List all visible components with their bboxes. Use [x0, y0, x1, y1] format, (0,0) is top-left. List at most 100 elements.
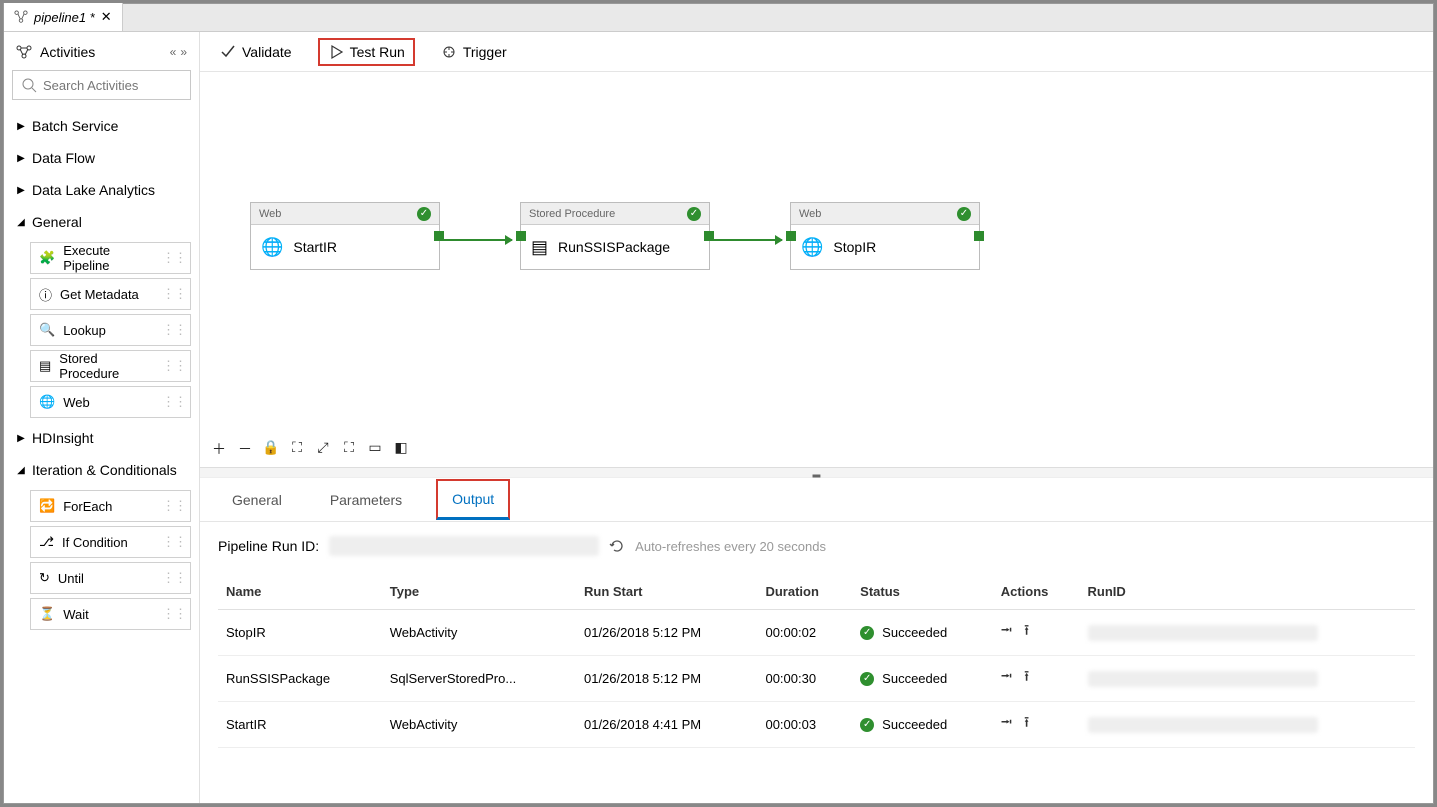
zoom-in-icon[interactable]: ＋: [210, 439, 228, 459]
output-port[interactable]: [974, 231, 984, 241]
web-icon: 🌐: [39, 394, 55, 410]
input-action-icon[interactable]: ⭲: [1001, 620, 1012, 645]
validate-button[interactable]: Validate: [212, 40, 300, 64]
node-runssis[interactable]: Stored Procedure✓ ▤RunSSISPackage: [520, 202, 710, 270]
layout-icon[interactable]: ◧: [392, 439, 410, 459]
activity-stored-procedure[interactable]: ▤Stored Procedure⋮⋮: [30, 350, 191, 382]
activities-sidebar: Activities « » Search Activities ▶Batch …: [4, 32, 200, 803]
grip-icon: ⋮⋮: [162, 358, 186, 374]
sproc-icon: ▤: [531, 237, 548, 258]
success-icon: ✓: [860, 672, 874, 686]
sproc-icon: ▤: [39, 358, 51, 374]
activity-lookup[interactable]: 🔍Lookup⋮⋮: [30, 314, 191, 346]
output-table: Name Type Run Start Duration Status Acti…: [218, 574, 1415, 748]
until-icon: ↻: [39, 570, 50, 586]
trigger-icon: [441, 44, 457, 60]
tab-general[interactable]: General: [218, 482, 296, 518]
activity-execute-pipeline[interactable]: 🧩Execute Pipeline⋮⋮: [30, 242, 191, 274]
bottom-tabs: General Parameters Output: [200, 478, 1433, 522]
lock-icon[interactable]: 🔒: [262, 439, 280, 459]
activity-if-condition[interactable]: ⎇If Condition⋮⋮: [30, 526, 191, 558]
trigger-button[interactable]: Trigger: [433, 40, 515, 64]
connector: [714, 239, 782, 241]
canvas-tools: ＋ － 🔒 ⛶ ⤢ ⛶ ▭ ◧: [210, 439, 410, 459]
collapse-all-icon[interactable]: «: [170, 45, 177, 59]
foreach-icon: 🔁: [39, 498, 55, 514]
input-action-icon[interactable]: ⭲: [1001, 712, 1012, 737]
output-port[interactable]: [704, 231, 714, 241]
category-data-flow[interactable]: ▶Data Flow: [12, 142, 191, 174]
output-action-icon[interactable]: ⭱: [1024, 620, 1029, 645]
activities-title: Activities: [40, 44, 95, 60]
runid-value: [1088, 625, 1318, 641]
search-placeholder: Search Activities: [43, 78, 138, 93]
refresh-icon[interactable]: [609, 538, 625, 554]
wait-icon: ⏳: [39, 606, 55, 622]
test-run-button[interactable]: Test Run: [318, 38, 415, 66]
grip-icon: ⋮⋮: [162, 286, 186, 302]
search-activities-input[interactable]: Search Activities: [12, 70, 191, 100]
autorefresh-label: Auto-refreshes every 20 seconds: [635, 539, 826, 554]
input-action-icon[interactable]: ⭲: [1001, 666, 1012, 691]
runid-label: Pipeline Run ID:: [218, 538, 319, 554]
output-action-icon[interactable]: ⭱: [1024, 666, 1029, 691]
activity-until[interactable]: ↻Until⋮⋮: [30, 562, 191, 594]
table-row[interactable]: StopIRWebActivity01/26/2018 5:12 PM00:00…: [218, 610, 1415, 656]
category-iteration[interactable]: ◢Iteration & Conditionals: [12, 454, 191, 486]
bottom-panel: ▂ General Parameters Output Pipeline Run…: [200, 467, 1433, 748]
success-icon: ✓: [957, 207, 971, 221]
connector: [444, 239, 512, 241]
expand-all-icon[interactable]: »: [180, 45, 187, 59]
tab-parameters[interactable]: Parameters: [316, 482, 416, 518]
table-row[interactable]: RunSSISPackageSqlServerStoredPro...01/26…: [218, 656, 1415, 702]
grip-icon: ⋮⋮: [162, 606, 186, 622]
tab-output[interactable]: Output: [436, 479, 510, 520]
activity-foreach[interactable]: 🔁ForEach⋮⋮: [30, 490, 191, 522]
fit-icon[interactable]: ⛶: [288, 439, 306, 459]
tab-title: pipeline1 *: [34, 10, 95, 25]
input-port[interactable]: [786, 231, 796, 241]
grip-icon: ⋮⋮: [162, 498, 186, 514]
activities-icon: [16, 44, 32, 60]
success-icon: ✓: [860, 626, 874, 640]
activity-web[interactable]: 🌐Web⋮⋮: [30, 386, 191, 418]
web-icon: 🌐: [801, 237, 823, 258]
success-icon: ✓: [687, 207, 701, 221]
output-action-icon[interactable]: ⭱: [1024, 712, 1029, 737]
pipeline-canvas[interactable]: Web✓ 🌐StartIR Stored Procedure✓ ▤RunSSIS…: [200, 72, 1433, 467]
table-row[interactable]: StartIRWebActivity01/26/2018 4:41 PM00:0…: [218, 702, 1415, 748]
play-icon: [328, 44, 344, 60]
resize-handle[interactable]: ▂: [200, 468, 1433, 478]
success-icon: ✓: [417, 207, 431, 221]
web-icon: 🌐: [261, 237, 283, 258]
success-icon: ✓: [860, 718, 874, 732]
node-stopir[interactable]: Web✓ 🌐StopIR: [790, 202, 980, 270]
input-port[interactable]: [516, 231, 526, 241]
category-data-lake-analytics[interactable]: ▶Data Lake Analytics: [12, 174, 191, 206]
zoom-100-icon[interactable]: ⤢: [314, 439, 332, 459]
node-startir[interactable]: Web✓ 🌐StartIR: [250, 202, 440, 270]
execute-pipeline-icon: 🧩: [39, 250, 55, 266]
if-icon: ⎇: [39, 534, 54, 550]
zoom-out-icon[interactable]: －: [236, 439, 254, 459]
runid-value: [329, 536, 599, 556]
pipeline-icon: [14, 10, 28, 24]
check-icon: [220, 44, 236, 60]
pipeline-toolbar: Validate Test Run Trigger: [200, 32, 1433, 72]
grip-icon: ⋮⋮: [162, 570, 186, 586]
tab-strip: pipeline1 * ✕: [4, 4, 1433, 32]
category-hdinsight[interactable]: ▶HDInsight: [12, 422, 191, 454]
category-batch-service[interactable]: ▶Batch Service: [12, 110, 191, 142]
runid-value: [1088, 717, 1318, 733]
grip-icon: ⋮⋮: [162, 250, 186, 266]
align-icon[interactable]: ▭: [366, 439, 384, 459]
activity-get-metadata[interactable]: ⓘGet Metadata⋮⋮: [30, 278, 191, 310]
output-port[interactable]: [434, 231, 444, 241]
metadata-icon: ⓘ: [39, 285, 52, 304]
grip-icon: ⋮⋮: [162, 394, 186, 410]
activity-wait[interactable]: ⏳Wait⋮⋮: [30, 598, 191, 630]
category-general[interactable]: ◢General: [12, 206, 191, 238]
tab-pipeline1[interactable]: pipeline1 * ✕: [4, 3, 123, 31]
fullscreen-icon[interactable]: ⛶: [340, 439, 358, 459]
close-icon[interactable]: ✕: [101, 9, 112, 25]
